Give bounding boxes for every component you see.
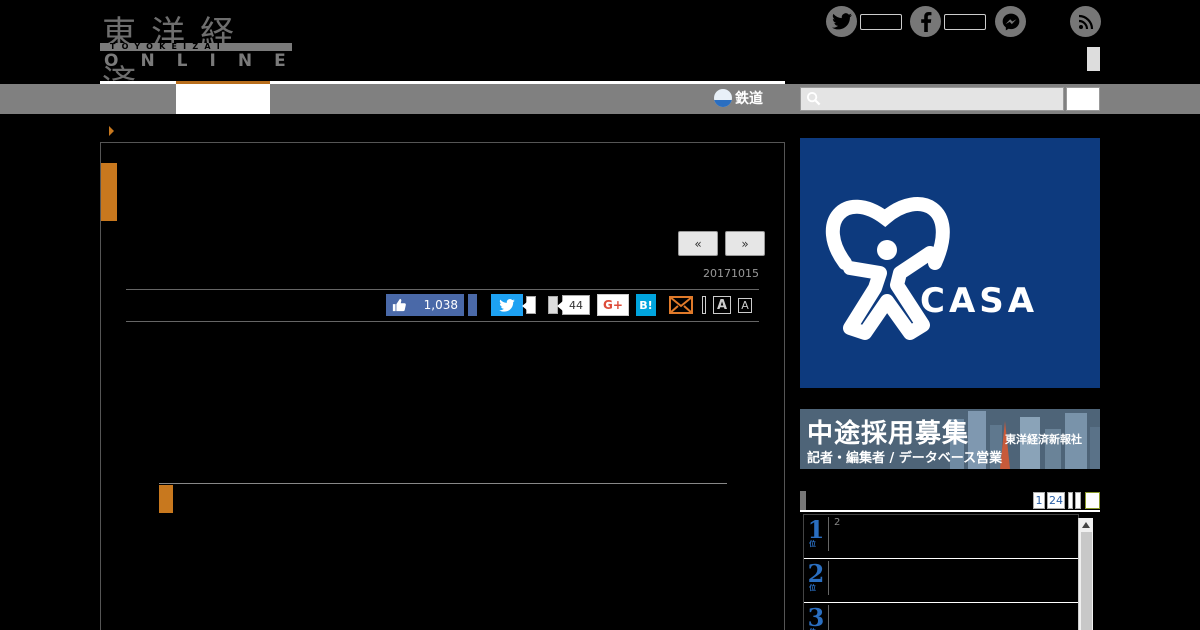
logo-online: ONLINE (104, 51, 308, 71)
nav-item-railway-label: 鉄道 (735, 91, 763, 107)
tweet-button[interactable] (491, 294, 523, 316)
ranking-item[interactable]: 2位 (804, 559, 1080, 603)
site-logo[interactable]: 東洋経済 TOYOKEIZAI ONLINE (100, 6, 294, 103)
article-date: 20171015 (703, 267, 759, 280)
title-accent-bar (101, 163, 117, 221)
twitter-icon[interactable] (826, 6, 857, 37)
section-heading (159, 483, 727, 513)
thumbs-up-icon (392, 298, 406, 312)
recruit-company: 東洋経済新報社 (1005, 433, 1082, 446)
ranking-divider (828, 517, 829, 551)
facebook-like-button[interactable]: 1,038 (386, 294, 464, 316)
scrollbar-thumb[interactable] (1081, 532, 1092, 630)
tweet-count-bubble (522, 296, 536, 314)
recruit-subline: 記者・編集者 / データベース営業 (807, 451, 1003, 466)
ranking-tab-more[interactable] (1085, 492, 1100, 509)
pocket-count: 44 (557, 295, 590, 315)
google-plus-button[interactable]: G+ (597, 294, 629, 316)
ranking-number: 3位 (807, 603, 825, 630)
ranking-list: 1位 2 2位 3位 (803, 514, 1080, 630)
twitter-bird-icon (499, 298, 515, 312)
train-icon (714, 89, 732, 107)
recruit-ad-banner[interactable]: 中途採用募集 東洋経済新報社 記者・編集者 / データベース営業 (800, 409, 1100, 469)
breadcrumb-arrow-icon (109, 126, 114, 136)
ranking-divider (828, 605, 829, 630)
casa-ad-banner[interactable]: CASA (800, 138, 1100, 388)
hatena-bookmark-button[interactable]: B! (636, 294, 656, 316)
ranking-tab-1h[interactable]: 1 (1033, 492, 1045, 509)
section-heading-bar (159, 485, 173, 513)
facebook-like-count: 1,038 (423, 298, 458, 312)
print-button[interactable] (702, 296, 706, 314)
share-divider-bottom (126, 321, 759, 322)
search-input[interactable] (825, 90, 1061, 108)
ranking-tab-monthly[interactable] (1075, 492, 1081, 509)
facebook-follow-count (944, 13, 986, 30)
share-divider-top (126, 289, 759, 290)
casa-ad-text: CASA (920, 281, 1039, 321)
logo-roman: TOYOKEIZAI (110, 42, 226, 51)
rss-icon[interactable] (1070, 6, 1101, 37)
search-field[interactable] (800, 87, 1064, 111)
ranking-scrollbar[interactable] (1078, 518, 1093, 630)
ranking-number: 1位 (807, 515, 825, 548)
recruit-headline: 中途採用募集 (807, 419, 970, 449)
prev-page-button[interactable]: « (678, 231, 718, 256)
messenger-follow[interactable] (995, 6, 1026, 37)
nav-item-railway[interactable]: 鉄道 (714, 88, 763, 108)
next-page-button[interactable]: » (725, 231, 765, 256)
font-size-large-button[interactable]: A (713, 296, 731, 314)
ranking-number: 2位 (807, 559, 825, 592)
mail-icon[interactable] (669, 296, 693, 318)
ranking-widget: 1 24 1位 2 2位 3位 (800, 491, 1100, 630)
ranking-header-bar (800, 491, 806, 511)
facebook-icon[interactable] (910, 6, 941, 37)
login-button[interactable] (1087, 47, 1100, 71)
ranking-header-line (800, 510, 1100, 512)
ranking-tab-weekly[interactable] (1068, 492, 1073, 509)
search-icon (806, 91, 821, 110)
twitter-follow[interactable] (826, 6, 902, 37)
ranking-divider (828, 561, 829, 595)
share-toolbar: 1,038 44 G+ B! A A (101, 294, 786, 318)
messenger-icon[interactable] (995, 6, 1026, 37)
nav-tab-active[interactable] (176, 84, 270, 114)
article-paragraph (159, 534, 724, 559)
section-heading-text (183, 486, 605, 513)
article-paragraph (159, 348, 724, 373)
article-paragraph (159, 414, 724, 439)
ranking-item[interactable]: 3位 (804, 603, 1080, 630)
scroll-up-arrow-icon[interactable] (1082, 522, 1090, 528)
ranking-title: 2 (834, 517, 841, 528)
ranking-tab-24h[interactable]: 24 (1047, 492, 1065, 509)
font-size-small-button[interactable]: A (738, 298, 752, 313)
facebook-follow[interactable] (910, 6, 986, 37)
search-button[interactable] (1066, 87, 1100, 111)
article-card: « » 20171015 1,038 44 G+ B! A A (100, 142, 785, 630)
twitter-follow-count (860, 13, 902, 30)
facebook-share-button[interactable] (468, 294, 477, 316)
ranking-item[interactable]: 1位 2 (804, 515, 1080, 559)
